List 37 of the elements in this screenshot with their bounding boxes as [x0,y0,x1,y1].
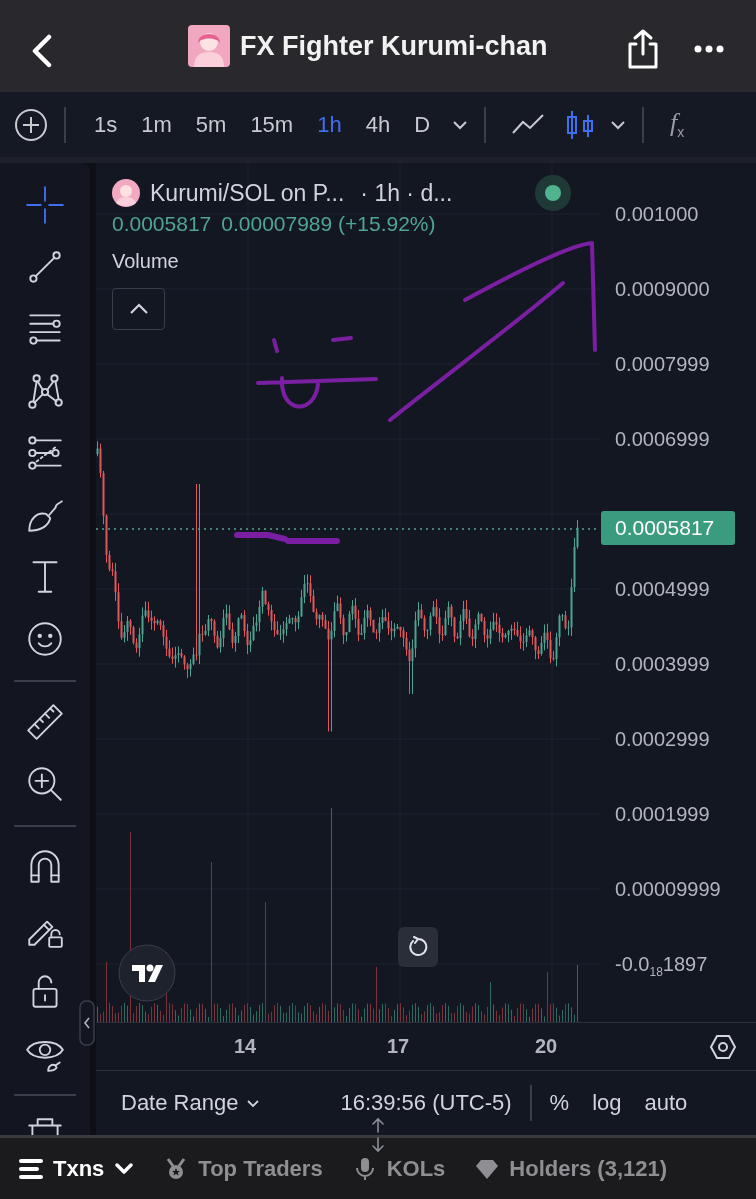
token-title: FX Fighter Kurumi-chan [240,30,548,62]
price-value: 0.0005817 [112,212,212,237]
bottom-tab[interactable]: Top Traders [198,1155,323,1182]
date-range-button[interactable]: Date Range [117,1090,265,1116]
time-axis-label: 14 [232,1035,258,1058]
bottom-tab[interactable]: Txns [53,1155,105,1182]
price-axis-label: 0.0004999 [614,576,711,602]
interval-tab[interactable]: 5m [186,111,236,138]
interval-tab[interactable]: 15m [241,111,303,138]
price-axis-label: 0.00009999 [614,876,722,902]
scale-option[interactable]: log [588,1090,626,1116]
price-axis-label: 0.0001999 [614,801,711,827]
price-axis-label: 0.0009000 [614,276,711,302]
indicator-label: Volume [112,250,180,273]
time-axis-label: 17 [385,1035,411,1058]
price-change: 0.00007989 (+15.92%) [221,212,436,237]
bottom-tab[interactable]: Holders (3,121) [509,1155,668,1182]
price-axis-label: 0.0007999 [614,351,711,377]
price-axis-label: 0.0006999 [614,426,711,452]
price-axis-label: 0.001000 [614,201,700,227]
interval-tab[interactable]: 1h [308,111,351,138]
scale-option[interactable]: auto [640,1090,692,1116]
clock-time: 16:39:56 (UTC-5) [340,1090,512,1116]
price-axis-label: 0.0002999 [614,726,711,752]
indicators-button[interactable]: f$_{x}$ [666,108,689,141]
interval-label: · 1h · d... [360,179,453,207]
price-axis-label: -0.0$_{18}$1897 [614,951,709,981]
interval-tab[interactable]: 1s [85,111,127,138]
scale-option[interactable]: % [545,1090,574,1116]
symbol-label: Kurumi/SOL on P... [150,179,345,207]
price-axis-label: 0.0003999 [614,651,711,677]
interval-tab[interactable]: 4h [356,111,400,138]
last-price-badge: 0.0005817 [601,510,735,545]
interval-tab[interactable]: 1m [132,111,181,138]
bottom-tab[interactable]: KOLs [386,1155,446,1182]
time-axis-label: 20 [533,1035,559,1058]
interval-tab[interactable]: D [405,111,440,138]
